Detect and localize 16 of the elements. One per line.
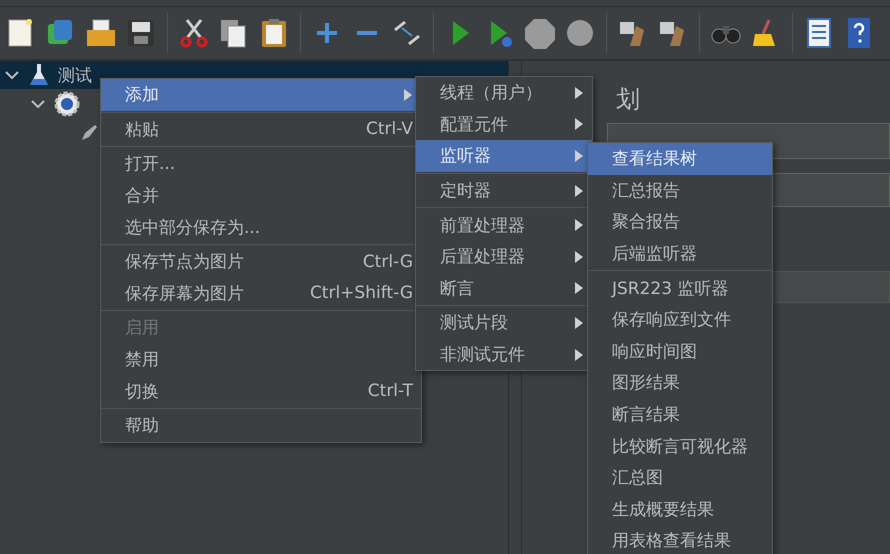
menu-item[interactable]: 生成概要结果 [588, 494, 772, 526]
menu-item[interactable]: 汇总图 [588, 462, 772, 494]
tree-label: 测试 [58, 64, 92, 86]
stop-icon[interactable] [523, 16, 557, 50]
menu-item[interactable]: 断言结果 [588, 398, 772, 430]
menu-item[interactable]: 切换 Ctrl-T [101, 375, 421, 407]
menu-item[interactable]: 定时器 [416, 174, 592, 206]
menu-item[interactable]: 帮助 [101, 410, 421, 442]
menu-item[interactable]: 查看结果树 [588, 143, 772, 175]
menu-item[interactable]: 监听器 [416, 140, 592, 172]
menu-item[interactable]: 用表格查看结果 [588, 525, 772, 554]
gear-icon [54, 91, 80, 117]
flask-icon [28, 63, 50, 87]
panel-title: 划 [616, 84, 641, 115]
pencil-icon [80, 124, 98, 142]
menu-item[interactable]: 比较断言可视化器 [588, 430, 772, 462]
